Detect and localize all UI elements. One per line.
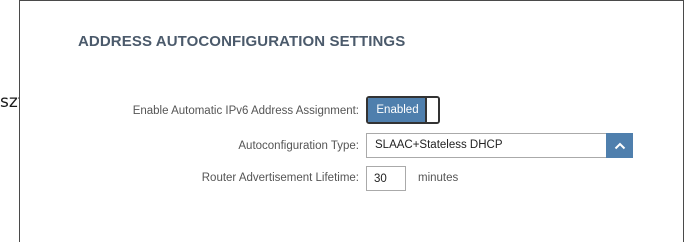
ra-lifetime-input[interactable] <box>366 166 406 191</box>
autoconfig-type-select[interactable]: SLAAC+Stateless DHCP <box>366 133 633 158</box>
enable-auto-label: Enable Automatic IPv6 Address Assignment… <box>132 105 359 117</box>
toggle-knob[interactable] <box>425 98 438 122</box>
autoconfig-type-label: Autoconfiguration Type: <box>238 140 359 152</box>
autoconfig-type-value: SLAAC+Stateless DHCP <box>375 139 503 151</box>
toggle-state-label: Enabled <box>368 98 427 122</box>
chevron-up-icon <box>614 142 625 149</box>
ra-lifetime-unit: minutes <box>418 172 459 184</box>
dropdown-toggle-button[interactable] <box>606 133 633 158</box>
ra-lifetime-label: Router Advertisement Lifetime: <box>201 172 359 184</box>
enable-auto-toggle[interactable]: Enabled <box>366 96 440 124</box>
section-title: ADDRESS AUTOCONFIGURATION SETTINGS <box>78 33 406 50</box>
